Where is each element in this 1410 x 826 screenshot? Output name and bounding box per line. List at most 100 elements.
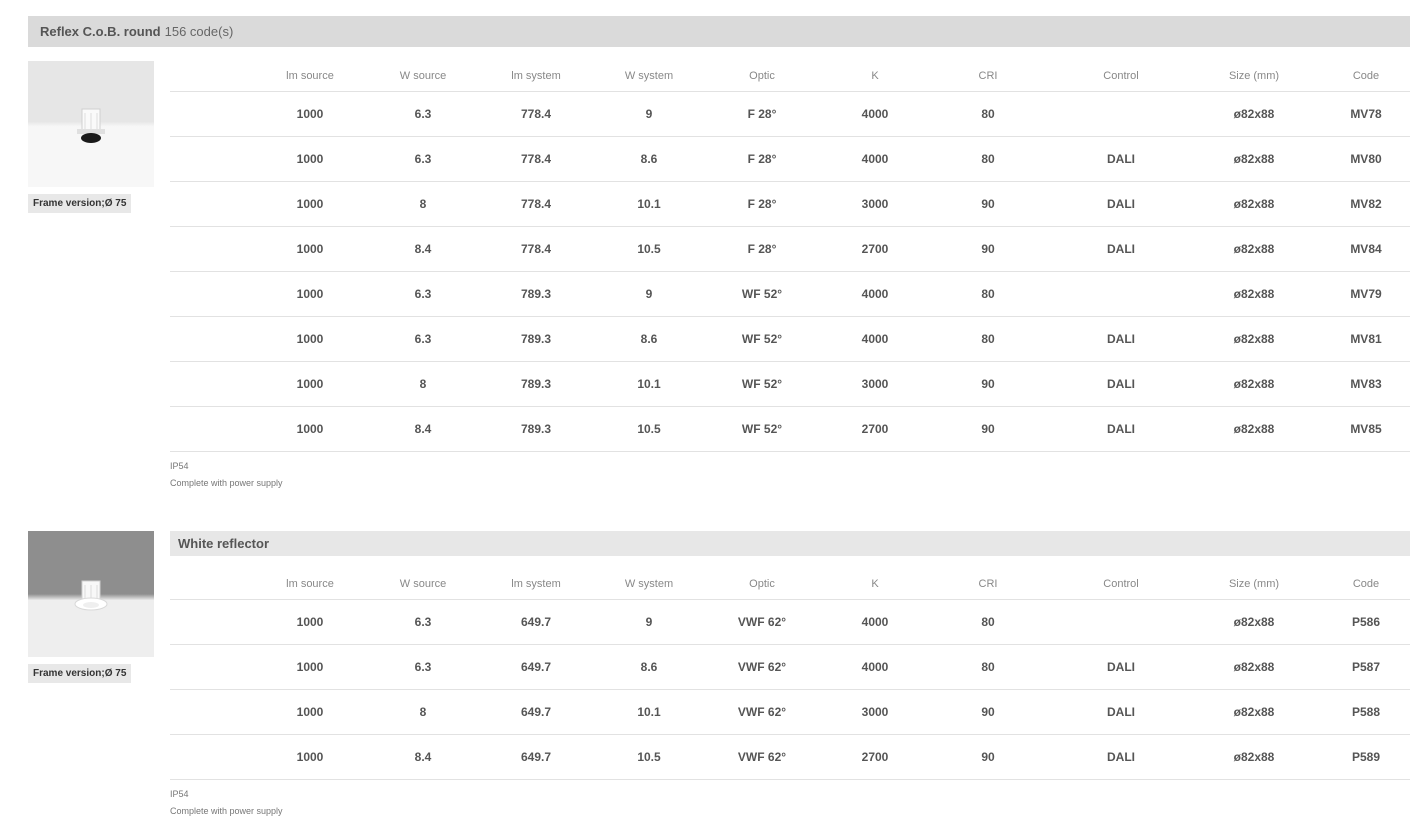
ip-rating-note: IP54 bbox=[170, 789, 189, 799]
cell-w-source: 6.3 bbox=[414, 332, 432, 346]
power-supply-note: Complete with power supply bbox=[170, 806, 283, 816]
cell-k: 4000 bbox=[861, 152, 889, 166]
cell-code[interactable]: P587 bbox=[1306, 660, 1410, 674]
table-row[interactable]: 1000 6.3 789.3 9 WF 52° 4000 80 ø82x88 MV79 bbox=[170, 272, 1410, 317]
cell-w-system: 9 bbox=[645, 287, 653, 301]
cell-lm-source: 1000 bbox=[296, 197, 324, 211]
cell-optic: F 28° bbox=[747, 242, 777, 256]
cell-lm-source: 1000 bbox=[296, 287, 324, 301]
cell-lm-source: 1000 bbox=[296, 422, 324, 436]
cell-code[interactable]: MV81 bbox=[1306, 332, 1410, 346]
table-row[interactable]: 1000 8 789.3 10.1 WF 52° 3000 90 DALI ø82x88 MV83 bbox=[170, 362, 1410, 407]
product-table-1: lm source W source lm system W system Op… bbox=[170, 61, 1410, 452]
cell-lm-source: 1000 bbox=[296, 242, 324, 256]
cell-w-system: 10.5 bbox=[637, 242, 661, 256]
cell-code[interactable]: MV85 bbox=[1306, 422, 1410, 436]
cell-k: 2700 bbox=[861, 750, 889, 764]
cell-optic: WF 52° bbox=[741, 287, 783, 301]
cell-size: ø82x88 bbox=[1233, 705, 1275, 719]
cell-lm-source: 1000 bbox=[296, 705, 324, 719]
cell-w-source: 6.3 bbox=[414, 287, 432, 301]
cell-k: 2700 bbox=[861, 422, 889, 436]
table-row[interactable]: 1000 8 649.7 10.1 VWF 62° 3000 90 DALI ø82x88 P58… bbox=[170, 690, 1410, 735]
cell-k: 4000 bbox=[861, 615, 889, 629]
cell-code[interactable]: MV82 bbox=[1306, 197, 1410, 211]
cell-control: DALI bbox=[1107, 660, 1135, 674]
cell-code[interactable]: MV80 bbox=[1306, 152, 1410, 166]
cell-size: ø82x88 bbox=[1233, 377, 1275, 391]
cell-cri: 90 bbox=[981, 705, 995, 719]
cell-w-source: 8 bbox=[419, 197, 427, 211]
cell-cri: 80 bbox=[981, 152, 995, 166]
cell-lm-system: 778.4 bbox=[520, 197, 552, 211]
cell-control: DALI bbox=[1107, 750, 1135, 764]
cell-optic: VWF 62° bbox=[737, 615, 787, 629]
cell-lm-system: 789.3 bbox=[520, 422, 552, 436]
cell-cri: 80 bbox=[981, 660, 995, 674]
cell-w-source: 6.3 bbox=[414, 107, 432, 121]
cell-k: 3000 bbox=[861, 377, 889, 391]
power-supply-note: Complete with power supply bbox=[170, 478, 283, 488]
cell-code[interactable]: P589 bbox=[1306, 750, 1410, 764]
cell-w-source: 8.4 bbox=[414, 750, 432, 764]
cell-code[interactable]: MV84 bbox=[1306, 242, 1410, 256]
table-row[interactable]: 1000 6.3 649.7 8.6 VWF 62° 4000 80 DALI ø82x88 P5… bbox=[170, 645, 1410, 690]
cell-lm-system: 789.3 bbox=[520, 332, 552, 346]
cell-lm-source: 1000 bbox=[296, 332, 324, 346]
cell-lm-source: 1000 bbox=[296, 152, 324, 166]
cell-cri: 80 bbox=[981, 287, 995, 301]
cell-cri: 90 bbox=[981, 750, 995, 764]
cell-control: DALI bbox=[1107, 422, 1135, 436]
cell-cri: 90 bbox=[981, 377, 995, 391]
cell-w-source: 8.4 bbox=[414, 422, 432, 436]
ip-rating-note: IP54 bbox=[170, 461, 189, 471]
cell-lm-system: 649.7 bbox=[520, 660, 552, 674]
cell-size: ø82x88 bbox=[1233, 422, 1275, 436]
cell-w-source: 8 bbox=[419, 377, 427, 391]
col-control: Control bbox=[1103, 70, 1139, 82]
table-row[interactable]: 1000 8.4 789.3 10.5 WF 52° 2700 90 DALI ø82x88 MV… bbox=[170, 407, 1410, 452]
product-table-2: lm source W source lm system W system Op… bbox=[170, 569, 1410, 780]
cell-code[interactable]: P586 bbox=[1306, 615, 1410, 629]
table-row[interactable]: 1000 6.3 789.3 8.6 WF 52° 4000 80 DALI ø82x88 MV8… bbox=[170, 317, 1410, 362]
frame-version-badge: Frame version;Ø 75 bbox=[28, 194, 132, 213]
cell-code[interactable]: MV79 bbox=[1306, 287, 1410, 301]
col-lm-system: lm system bbox=[511, 70, 561, 82]
cell-size: ø82x88 bbox=[1233, 615, 1275, 629]
product-image-white-reflector[interactable] bbox=[28, 531, 154, 657]
cell-k: 4000 bbox=[861, 660, 889, 674]
cell-w-system: 10.1 bbox=[637, 705, 661, 719]
cell-lm-system: 778.4 bbox=[520, 152, 552, 166]
cell-w-source: 8 bbox=[419, 705, 427, 719]
table-row[interactable]: 1000 6.3 778.4 9 F 28° 4000 80 ø82x88 MV78 bbox=[170, 92, 1410, 137]
cell-optic: WF 52° bbox=[741, 332, 783, 346]
col-cri: CRI bbox=[978, 70, 998, 82]
cell-cri: 90 bbox=[981, 242, 995, 256]
cell-code[interactable]: P588 bbox=[1306, 705, 1410, 719]
col-size: Size (mm) bbox=[1228, 70, 1280, 82]
col-optic: Optic bbox=[749, 578, 775, 590]
col-code: Code bbox=[1352, 70, 1380, 82]
table-row[interactable]: 1000 8.4 778.4 10.5 F 28° 2700 90 DALI ø82x88 MV8… bbox=[170, 227, 1410, 272]
product-image-black-reflector[interactable] bbox=[28, 61, 154, 187]
cell-w-source: 6.3 bbox=[414, 152, 432, 166]
cell-control: DALI bbox=[1107, 377, 1135, 391]
cell-w-source: 6.3 bbox=[414, 615, 432, 629]
cell-k: 2700 bbox=[861, 242, 889, 256]
cell-size: ø82x88 bbox=[1233, 152, 1275, 166]
col-control: Control bbox=[1103, 578, 1139, 590]
cell-size: ø82x88 bbox=[1233, 660, 1275, 674]
cell-lm-system: 789.3 bbox=[520, 377, 552, 391]
cell-code[interactable]: MV78 bbox=[1306, 107, 1410, 121]
cell-cri: 80 bbox=[981, 107, 995, 121]
table-row[interactable]: 1000 8.4 649.7 10.5 VWF 62° 2700 90 DALI ø82x88 P… bbox=[170, 735, 1410, 780]
cell-size: ø82x88 bbox=[1233, 107, 1275, 121]
table-row[interactable]: 1000 6.3 649.7 9 VWF 62° 4000 80 ø82x88 P586 bbox=[170, 600, 1410, 645]
table-row[interactable]: 1000 8 778.4 10.1 F 28° 3000 90 DALI ø82x88 MV82 bbox=[170, 182, 1410, 227]
cell-lm-source: 1000 bbox=[296, 750, 324, 764]
cell-code[interactable]: MV83 bbox=[1306, 377, 1410, 391]
cell-size: ø82x88 bbox=[1233, 287, 1275, 301]
col-lm-source: lm source bbox=[286, 70, 334, 82]
table-row[interactable]: 1000 6.3 778.4 8.6 F 28° 4000 80 DALI ø82x88 MV80 bbox=[170, 137, 1410, 182]
cell-cri: 90 bbox=[981, 422, 995, 436]
